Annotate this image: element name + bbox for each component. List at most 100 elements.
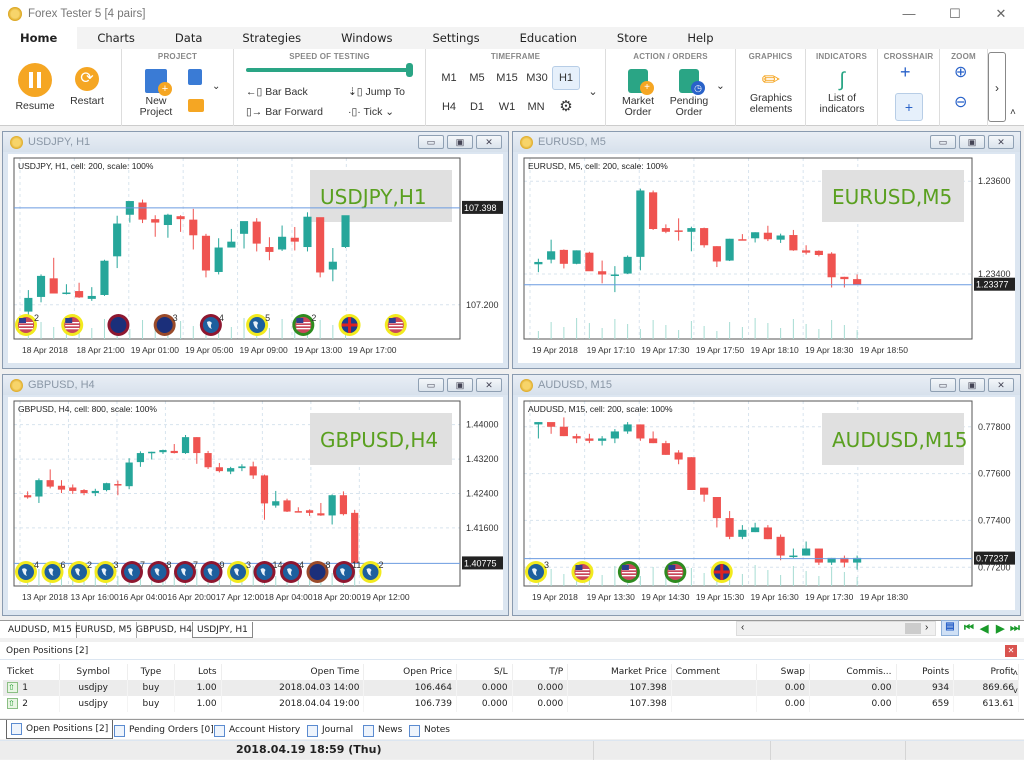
tick-dropdown[interactable]: ·▯· Tick ⌄ (348, 107, 394, 118)
candle[interactable] (100, 260, 109, 295)
candle[interactable] (585, 438, 594, 441)
tf-mn[interactable]: MN (523, 96, 549, 118)
candle[interactable] (260, 475, 269, 504)
candle[interactable] (265, 247, 274, 252)
candle[interactable] (649, 192, 658, 230)
close-panel-icon[interactable]: ✕ (1005, 645, 1017, 657)
chart-plot[interactable]: 13 Apr 2018 13 Apr 16:00 16 Apr 04:00 16 Ap… (8, 397, 503, 610)
menu-settings[interactable]: Settings (412, 27, 499, 49)
candle[interactable] (214, 247, 223, 272)
table-scroll-down-icon[interactable]: ˅ (1013, 686, 1018, 696)
zoom-out-icon[interactable]: ⊖ (954, 95, 967, 111)
menu-store[interactable]: Store (597, 27, 667, 49)
bar-back-button[interactable]: ←▯ Bar Back (246, 87, 308, 98)
candle[interactable] (75, 291, 84, 298)
candlestick-chart[interactable]: 19 Apr 2018 19 Apr 13:30 19 Apr 14:30 19 Ap… (518, 397, 1017, 612)
table-row[interactable]: ⇧ 2 usdjpy buy 1.00 2018.04.04 19:00 106.739 0… (3, 696, 1019, 712)
candle[interactable] (283, 500, 291, 512)
menu-charts[interactable]: Charts (77, 27, 155, 49)
candle[interactable] (827, 253, 836, 278)
candle[interactable] (57, 485, 66, 490)
speed-slider-track[interactable] (246, 68, 410, 72)
candle[interactable] (341, 215, 350, 248)
candle[interactable] (303, 216, 312, 248)
chart-tab-gbpusd[interactable]: GBPUSD, H4 (132, 622, 198, 638)
table-row[interactable]: ⇧ 1 usdjpy buy 1.00 2018.04.03 14:00 106.464 0… (3, 680, 1019, 696)
candle[interactable] (328, 261, 337, 270)
candle[interactable] (649, 438, 658, 444)
candle[interactable] (215, 467, 223, 472)
candle[interactable] (181, 437, 190, 454)
news-globe-icon[interactable]: 11 (333, 560, 361, 583)
chart-window[interactable]: GBPUSD, H4 ▭ ▣ ✕ 13 Apr 2018 13 Apr 16:00 16 … (2, 374, 509, 616)
candle[interactable] (49, 278, 58, 294)
candle[interactable] (189, 219, 198, 236)
chart-tab-usdjpy[interactable]: USDJPY, H1 (192, 622, 253, 638)
menu-home[interactable]: Home (0, 27, 78, 49)
candle[interactable] (789, 235, 798, 251)
flag-us-icon[interactable] (384, 314, 407, 336)
candle[interactable] (572, 250, 581, 264)
chart-minimize-button[interactable]: ▭ (418, 378, 444, 392)
next-bar-icon[interactable]: ▶ (996, 622, 1004, 635)
candle[interactable] (534, 261, 543, 265)
candle[interactable] (559, 249, 568, 264)
candlestick-chart[interactable]: 13 Apr 2018 13 Apr 16:00 16 Apr 04:00 16 Ap… (8, 397, 505, 612)
candle[interactable] (738, 529, 747, 537)
candle[interactable] (853, 279, 862, 285)
tf-m1[interactable]: M1 (436, 67, 462, 89)
candle[interactable] (278, 236, 287, 250)
chart-plot[interactable]: 18 Apr 2018 18 Apr 21:00 19 Apr 01:00 19 Ap… (8, 154, 503, 363)
candle[interactable] (317, 513, 325, 516)
candle[interactable] (24, 495, 32, 498)
column-header[interactable]: Swap (756, 664, 810, 680)
tf-h1[interactable]: H1 (552, 66, 580, 90)
chart-window[interactable]: AUDUSD, M15 ▭ ▣ ✕ 19 Apr 2018 19 Apr 13:30 19… (512, 374, 1021, 616)
tile-windows-icon[interactable]: ▤ (941, 620, 959, 636)
flag-uk-icon[interactable] (338, 314, 361, 336)
candle[interactable] (80, 490, 88, 494)
tf-h4[interactable]: H4 (436, 96, 462, 118)
column-header[interactable]: S/L (456, 664, 513, 680)
tab-pending-orders[interactable]: Pending Orders [0] (110, 722, 218, 739)
candle[interactable] (687, 457, 696, 490)
chart-restore-button[interactable]: ▣ (447, 135, 473, 149)
candle[interactable] (814, 548, 823, 563)
news-globe-icon[interactable]: 14 (253, 560, 283, 583)
candle[interactable] (738, 239, 747, 241)
zoom-in-icon[interactable]: ⊕ (954, 65, 967, 81)
column-header[interactable]: Open Time (221, 664, 365, 680)
column-header[interactable]: Lots (174, 664, 222, 680)
tf-m5[interactable]: M5 (464, 67, 490, 89)
scroll-left-icon[interactable]: ‹ (741, 622, 744, 633)
column-header[interactable]: Comment (671, 664, 757, 680)
scroll-right-icon[interactable]: › (925, 622, 928, 633)
candle[interactable] (674, 230, 683, 232)
candle[interactable] (623, 256, 632, 274)
candle[interactable] (840, 276, 849, 280)
resume-button[interactable]: Resume (12, 63, 58, 112)
candle[interactable] (176, 216, 185, 220)
bar-forward-button[interactable]: ▯→ Bar Forward (246, 107, 323, 118)
candle[interactable] (725, 238, 734, 261)
candle[interactable] (24, 297, 33, 312)
candle[interactable] (227, 468, 235, 472)
candle[interactable] (272, 501, 280, 506)
close-button[interactable]: ✕ (978, 0, 1024, 27)
menu-windows[interactable]: Windows (321, 27, 412, 49)
table-scroll-up-icon[interactable]: ˄ (1013, 668, 1018, 678)
ribbon-collapse-icon[interactable]: ˄ (1010, 107, 1016, 118)
chart-minimize-button[interactable]: ▭ (930, 378, 956, 392)
candle[interactable] (328, 495, 336, 516)
chart-close-button[interactable]: ✕ (476, 378, 502, 392)
chart-plot[interactable]: 19 Apr 2018 19 Apr 17:10 19 Apr 17:30 19 Ap… (518, 154, 1015, 363)
candle[interactable] (316, 217, 325, 273)
candle[interactable] (763, 232, 772, 240)
candle[interactable] (751, 527, 760, 533)
candle[interactable] (789, 555, 798, 558)
column-header[interactable]: Ticket (3, 664, 60, 680)
candle[interactable] (102, 483, 111, 491)
chart-restore-button[interactable]: ▣ (447, 378, 473, 392)
candle[interactable] (91, 490, 99, 494)
crosshair-icon[interactable]: + (900, 63, 911, 81)
